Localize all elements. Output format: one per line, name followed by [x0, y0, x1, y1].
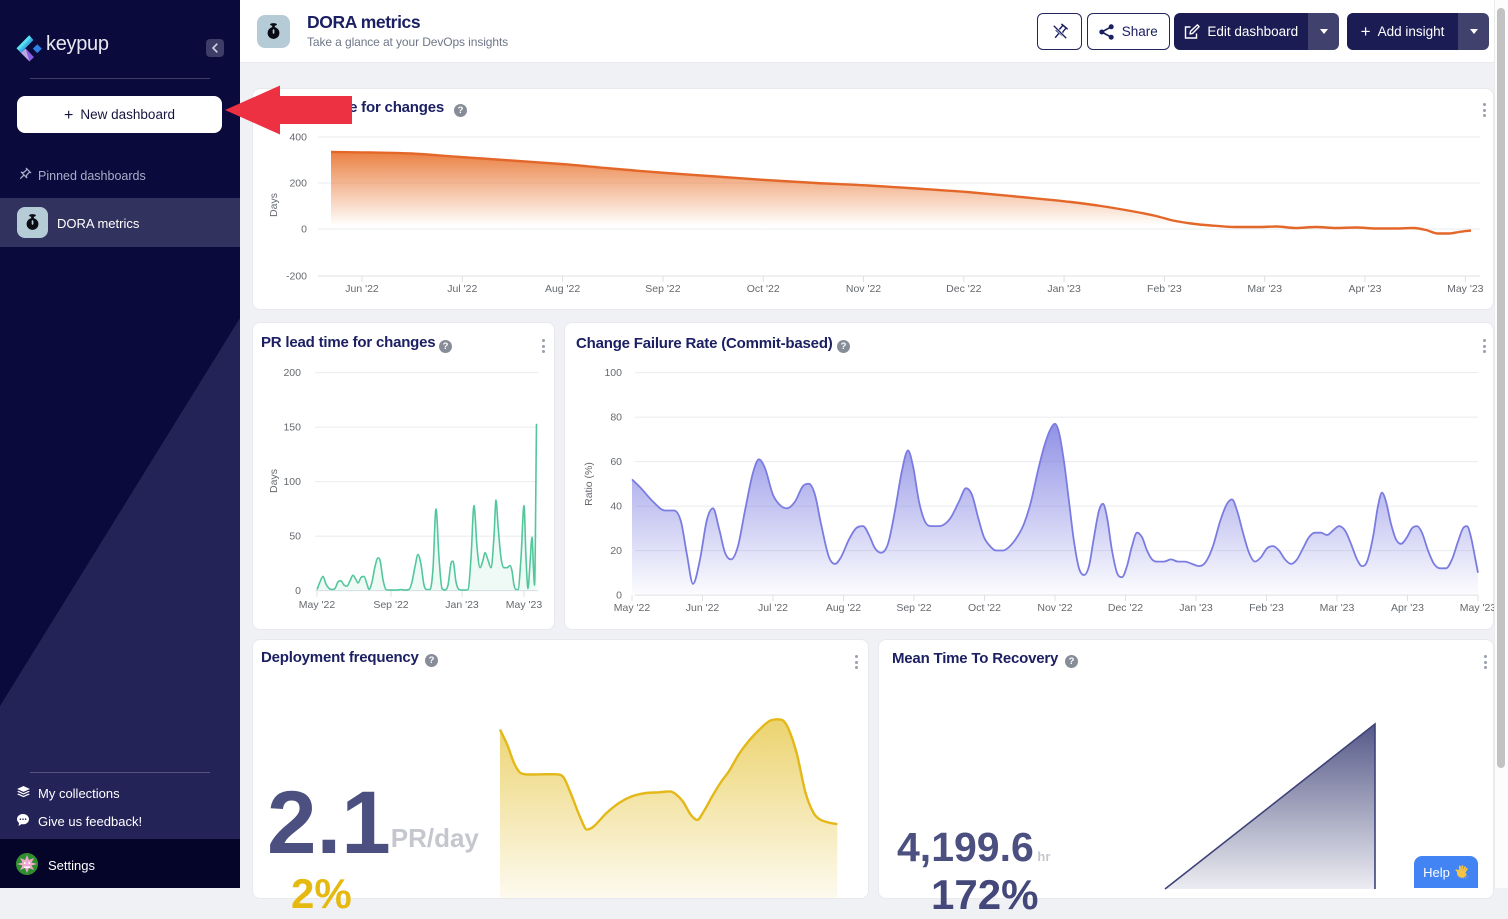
svg-text:Aug '22: Aug '22: [826, 602, 861, 614]
svg-text:Feb '23: Feb '23: [1147, 283, 1182, 295]
svg-text:May '23: May '23: [1447, 283, 1484, 295]
svg-text:Ratio (%): Ratio (%): [583, 462, 595, 506]
svg-text:Nov '22: Nov '22: [846, 283, 881, 295]
svg-text:Sep '22: Sep '22: [896, 602, 931, 614]
svg-text:May '22: May '22: [299, 599, 336, 611]
svg-text:60: 60: [610, 456, 622, 468]
svg-text:Jan '23: Jan '23: [1179, 602, 1213, 614]
svg-text:200: 200: [283, 367, 301, 379]
svg-text:Jun '22: Jun '22: [345, 283, 379, 295]
svg-text:Nov '22: Nov '22: [1037, 602, 1072, 614]
svg-text:0: 0: [295, 585, 301, 597]
svg-text:0: 0: [616, 590, 622, 602]
svg-text:Mar '23: Mar '23: [1320, 602, 1355, 614]
svg-text:Mar '23: Mar '23: [1247, 283, 1282, 295]
svg-text:20: 20: [610, 545, 622, 557]
svg-text:100: 100: [283, 476, 301, 488]
svg-text:40: 40: [610, 501, 622, 513]
svg-text:May '23: May '23: [1460, 602, 1495, 614]
svg-text:Jan '23: Jan '23: [445, 599, 479, 611]
svg-text:100: 100: [604, 367, 622, 379]
svg-text:Sep '22: Sep '22: [373, 599, 408, 611]
svg-text:Dec '22: Dec '22: [1108, 602, 1143, 614]
svg-text:May '23: May '23: [506, 599, 543, 611]
svg-text:Jan '23: Jan '23: [1047, 283, 1081, 295]
svg-text:Oct '22: Oct '22: [968, 602, 1001, 614]
svg-text:Feb '23: Feb '23: [1249, 602, 1284, 614]
svg-text:-200: -200: [286, 271, 307, 283]
svg-text:Jun '22: Jun '22: [686, 602, 720, 614]
svg-text:Days: Days: [268, 193, 280, 217]
svg-text:150: 150: [283, 422, 301, 434]
svg-text:Aug '22: Aug '22: [545, 283, 580, 295]
svg-text:Oct '22: Oct '22: [747, 283, 780, 295]
svg-text:Apr '23: Apr '23: [1391, 602, 1424, 614]
svg-text:May '22: May '22: [614, 602, 651, 614]
svg-text:50: 50: [289, 531, 301, 543]
svg-text:Days: Days: [268, 469, 280, 493]
svg-text:Apr '23: Apr '23: [1349, 283, 1382, 295]
svg-text:Sep '22: Sep '22: [645, 283, 680, 295]
svg-text:Dec '22: Dec '22: [946, 283, 981, 295]
svg-text:80: 80: [610, 412, 622, 424]
svg-text:Jul '22: Jul '22: [758, 602, 788, 614]
svg-text:0: 0: [301, 224, 307, 236]
svg-text:200: 200: [289, 178, 307, 190]
svg-text:Jul '22: Jul '22: [447, 283, 477, 295]
